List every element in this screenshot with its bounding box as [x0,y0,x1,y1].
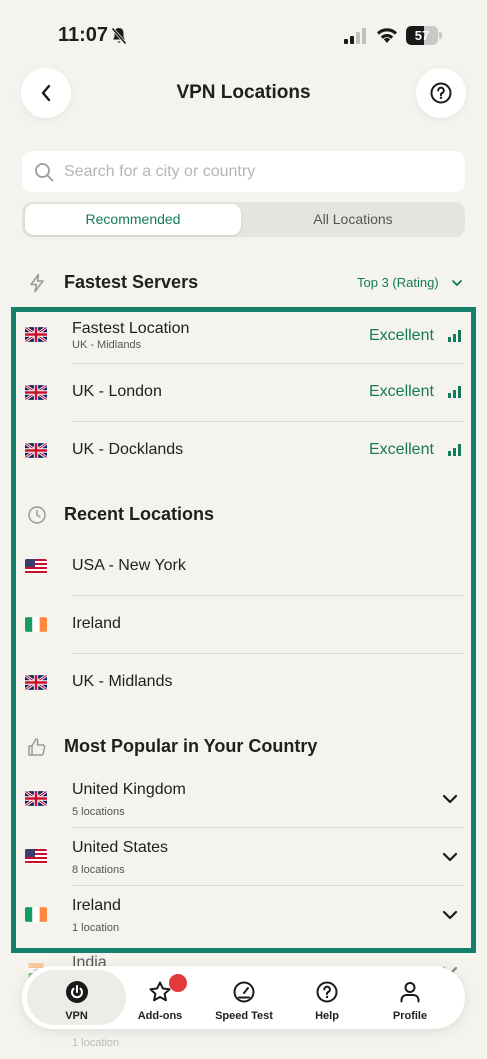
status-bar: 11:07 57 [0,0,487,70]
nav-label: Speed Test [215,1010,273,1022]
battery-level: 57 [414,28,430,43]
list-item[interactable]: United States 8 locations [0,829,487,885]
divider [72,885,464,886]
nav-speed-test[interactable]: Speed Test [205,966,283,1029]
signal-bars-icon [448,444,461,456]
uk-flag-icon [25,675,47,690]
nav-label: Help [315,1010,339,1022]
location-name: Ireland [72,615,121,632]
power-icon [66,981,88,1003]
question-circle-icon [430,82,452,104]
help-button[interactable] [416,68,466,118]
nav-label: VPN [65,1010,88,1022]
thumbs-up-icon [28,738,46,756]
search-box[interactable] [22,151,465,192]
location-name: UK - Midlands [72,673,173,690]
chevron-down-icon[interactable] [441,909,459,921]
uk-flag-icon [25,791,47,806]
nav-label: Add-ons [137,1010,183,1022]
search-icon [35,163,54,182]
tab-all-locations[interactable]: All Locations [244,204,462,235]
ireland-flag-icon [25,617,47,632]
list-item[interactable]: UK - Docklands Excellent [0,423,487,479]
list-item[interactable]: Ireland 1 location [0,887,487,943]
location-name: USA - New York [72,557,186,574]
lightning-icon [30,273,44,293]
us-flag-icon [25,559,47,574]
divider [72,595,464,596]
list-item[interactable]: USA - New York [0,539,487,595]
us-flag-icon [25,849,47,864]
ireland-flag-icon [25,907,47,922]
list-item[interactable]: Ireland [0,597,487,653]
clock-icon [28,506,46,524]
bottom-navigation: VPN Add-ons Speed Test Help Profile [22,966,465,1029]
uk-flag-icon [25,327,47,342]
location-count: 8 locations [72,864,125,876]
nav-profile[interactable]: Profile [377,966,443,1029]
signal-bars-icon [448,386,461,398]
chevron-down-icon[interactable] [451,278,463,288]
rating-label: Excellent [369,327,434,344]
wifi-icon [377,28,397,43]
list-item[interactable]: Fastest Location UK - Midlands Excellent [0,313,487,365]
nav-help[interactable]: Help [297,966,357,1029]
list-item[interactable]: United Kingdom 5 locations [0,771,487,827]
divider [72,363,464,364]
tab-recommended[interactable]: Recommended [25,204,241,235]
bell-off-icon [111,27,127,45]
battery-indicator: 57 [406,26,442,45]
location-name: UK - London [72,383,162,400]
nav-add-ons[interactable]: Add-ons [126,966,194,1029]
divider [72,653,464,654]
country-name: Ireland [72,897,121,914]
divider [72,421,464,422]
country-name: United States [72,839,169,856]
nav-label: Profile [392,1010,428,1022]
most-popular-title: Most Popular in Your Country [64,736,318,756]
search-input[interactable] [64,151,454,192]
chevron-down-icon[interactable] [441,793,459,805]
recent-locations-title: Recent Locations [64,504,215,524]
list-item[interactable]: UK - London Excellent [0,365,487,421]
divider [72,827,464,828]
location-count: 1 location [72,1037,120,1049]
location-tabs: Recommended All Locations [22,202,465,237]
chevron-down-icon[interactable] [441,851,459,863]
country-name: United Kingdom [72,781,186,798]
rating-label: Excellent [369,383,434,400]
notification-badge [169,974,187,992]
location-subtitle: UK - Midlands [72,339,142,351]
location-count: 1 location [72,922,120,934]
rating-label: Excellent [369,441,434,458]
help-icon [316,981,338,1003]
profile-icon [400,982,420,1003]
signal-bars-icon [448,330,461,342]
status-time: 11:07 [58,24,109,46]
location-name: Fastest Location [72,320,190,337]
fastest-servers-title: Fastest Servers [64,272,199,292]
location-count: 5 locations [72,806,125,818]
signal-icon [344,28,366,44]
location-name: UK - Docklands [72,441,184,458]
page-title: VPN Locations [176,82,311,103]
list-item[interactable]: UK - Midlands [0,655,487,711]
nav-vpn[interactable]: VPN [27,966,126,1029]
speedometer-icon [233,981,255,1003]
uk-flag-icon [25,443,47,458]
uk-flag-icon [25,385,47,400]
fastest-filter-dropdown[interactable]: Top 3 (Rating) [357,275,439,290]
